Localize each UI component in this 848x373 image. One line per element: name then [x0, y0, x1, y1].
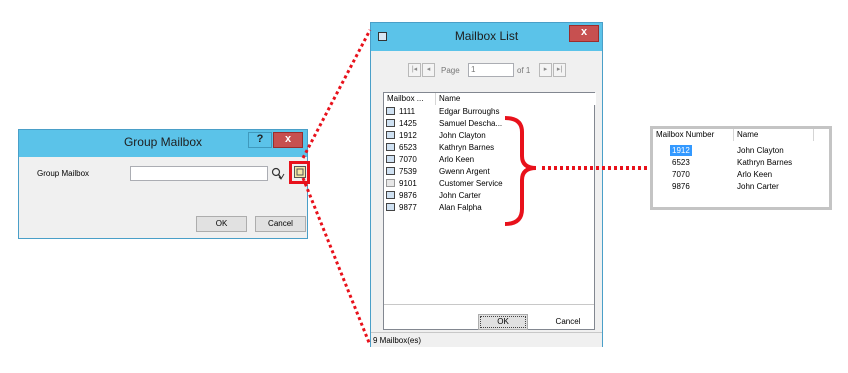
mailbox-list-title: Mailbox List: [454, 29, 519, 43]
mailbox-name: Arlo Keen: [439, 155, 475, 164]
column-header-name[interactable]: Name: [436, 93, 596, 105]
last-page-button[interactable]: ▸|: [553, 63, 566, 77]
pager: |◂ ◂ Page 1 of 1 ▸ ▸|: [408, 63, 573, 79]
mailbox-icon: [386, 203, 395, 211]
group-members-panel: Mailbox Number Name 1912 John Clayton 65…: [650, 126, 832, 210]
mailbox-name: Gwenn Argent: [439, 167, 490, 176]
mailbox-number: 1425: [399, 119, 417, 128]
mailbox-name: Arlo Keen: [737, 170, 773, 179]
mailbox-icon: [386, 167, 395, 175]
mailbox-name: Kathryn Barnes: [737, 158, 793, 167]
list-item[interactable]: 9877 Alan Falpha: [384, 202, 594, 213]
mailbox-number: 7070: [672, 170, 690, 179]
mailbox-number: 9876: [672, 182, 690, 191]
mailbox-icon: [386, 107, 395, 115]
ok-button[interactable]: OK: [196, 216, 247, 232]
mailbox-number: 9876: [399, 191, 417, 200]
table-row[interactable]: 7070 Arlo Keen: [653, 169, 829, 180]
mailbox-icon: [386, 191, 395, 199]
mailbox-number: 9877: [399, 203, 417, 212]
status-bar: 9 Mailbox(es): [371, 332, 602, 347]
list-item[interactable]: 6523 Kathryn Barnes: [384, 142, 594, 153]
group-mailbox-dialog: Group Mailbox ? x Group Mailbox OK Cance…: [18, 129, 310, 239]
mailbox-list-close-button[interactable]: x: [569, 25, 599, 42]
service-mailbox-icon: [386, 179, 395, 187]
mailbox-list-cancel-button[interactable]: Cancel: [543, 314, 593, 330]
mailbox-name: John Clayton: [737, 146, 784, 155]
page-of-label: of 1: [517, 66, 531, 75]
mailbox-list-view[interactable]: Mailbox ... Name 1111 Edgar Burroughs 14…: [383, 92, 596, 330]
mailbox-count: 9 Mailbox(es): [373, 336, 422, 345]
mailbox-name: Alan Falpha: [439, 203, 482, 212]
mailbox-list-titlebar: Mailbox List x: [371, 23, 602, 51]
mailbox-number: 1111: [399, 107, 416, 116]
list-item[interactable]: 7539 Gwenn Argent: [384, 166, 594, 177]
mailbox-name: Samuel Descha...: [439, 119, 503, 128]
table-row-selected[interactable]: 1912 John Clayton: [653, 145, 829, 156]
list-item[interactable]: 7070 Arlo Keen: [384, 154, 594, 165]
mailbox-icon: [386, 131, 395, 139]
page-number-input[interactable]: 1: [468, 63, 514, 77]
table-row[interactable]: 9876 John Carter: [653, 181, 829, 192]
mailbox-name: Kathryn Barnes: [439, 143, 495, 152]
validate-icon[interactable]: [271, 167, 285, 180]
mailbox-name: John Clayton: [439, 131, 486, 140]
mailbox-list-ok-button[interactable]: OK: [478, 314, 528, 330]
mailbox-icon: [386, 119, 395, 127]
list-item[interactable]: 1425 Samuel Descha...: [384, 118, 594, 129]
group-mailbox-input[interactable]: [130, 166, 268, 181]
next-page-button[interactable]: ▸: [539, 63, 552, 77]
mailbox-number: 7539: [399, 167, 417, 176]
mailbox-number: 9101: [399, 179, 417, 188]
cancel-button[interactable]: Cancel: [255, 216, 306, 232]
list-item[interactable]: 1111 Edgar Burroughs: [384, 106, 594, 117]
mailbox-icon: [386, 155, 395, 163]
list-item[interactable]: 9101 Customer Service: [384, 178, 594, 189]
mailbox-icon: [386, 143, 395, 151]
column-header-extra: [814, 129, 829, 141]
mailbox-name: Customer Service: [439, 179, 503, 188]
list-divider: [384, 304, 594, 305]
address-book-icon[interactable]: [294, 166, 306, 178]
mailbox-name: John Carter: [439, 191, 481, 200]
help-button[interactable]: ?: [248, 132, 272, 148]
mailbox-number: 1912: [670, 145, 692, 156]
mailbox-number: 1912: [399, 131, 417, 140]
group-mailbox-titlebar: Group Mailbox ? x: [19, 130, 307, 157]
mailbox-number: 6523: [672, 158, 690, 167]
page-label: Page: [441, 66, 460, 75]
group-mailbox-label: Group Mailbox: [37, 169, 90, 178]
mailbox-name: Edgar Burroughs: [439, 107, 500, 116]
list-item[interactable]: 9876 John Carter: [384, 190, 594, 201]
mailbox-list-dialog: Mailbox List x |◂ ◂ Page 1 of 1 ▸ ▸| Mai…: [370, 22, 603, 347]
list-item[interactable]: 1912 John Clayton: [384, 130, 594, 141]
column-header-name[interactable]: Name: [734, 129, 814, 141]
table-row[interactable]: 6523 Kathryn Barnes: [653, 157, 829, 168]
prev-page-button[interactable]: ◂: [422, 63, 435, 77]
mailbox-number: 6523: [399, 143, 417, 152]
first-page-button[interactable]: |◂: [408, 63, 421, 77]
column-header-mailbox-number[interactable]: Mailbox Number: [653, 129, 734, 141]
column-header-mailbox[interactable]: Mailbox ...: [384, 93, 436, 105]
mailbox-name: John Carter: [737, 182, 779, 191]
close-button[interactable]: x: [273, 132, 303, 148]
mailbox-number: 7070: [399, 155, 417, 164]
